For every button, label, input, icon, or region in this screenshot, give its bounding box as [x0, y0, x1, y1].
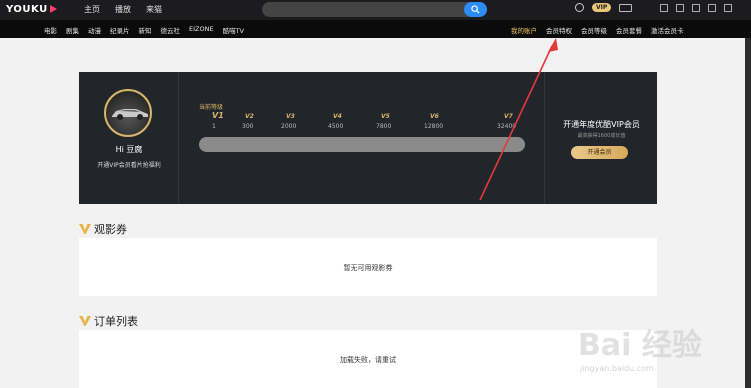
skin-icon[interactable] [660, 4, 668, 12]
account-nav: 我的账户 会员特权 会员等级 会员套餐 激活会员卡 [511, 25, 684, 35]
level-name: V5 [381, 113, 390, 120]
category-movie[interactable]: 电影 [44, 25, 57, 35]
watermark-logo: Bai 经验 [578, 328, 702, 363]
youku-logo[interactable]: YOUKU [6, 4, 57, 15]
search-input[interactable] [262, 2, 487, 17]
search-button[interactable] [464, 2, 487, 17]
profile-name: Hi 豆腐 [115, 145, 143, 154]
annual-vip-promo: 开通年度优酷VIP会员 最高获得1600成长值 开通会员 [544, 72, 657, 204]
top-nav: 主页 播放 来猫 [84, 4, 162, 15]
orders-section-title: 订单列表 [79, 313, 138, 329]
level-values: 1 300 2000 4500 7800 12800 32400 [179, 123, 544, 133]
shirt-icon[interactable] [676, 4, 684, 12]
coupons-title: 观影券 [94, 223, 127, 236]
car-image [112, 109, 148, 120]
menu-icon[interactable] [692, 4, 700, 12]
vip-panel: Hi 豆腐 开通VIP会员看片抢福利 当前等级 V1 V2 V3 V4 V5 V… [79, 72, 657, 204]
level-names: V1 V2 V3 V4 V5 V6 V7 [179, 111, 544, 123]
level-value: 7800 [376, 123, 392, 130]
level-progress: 当前等级 V1 V2 V3 V4 V5 V6 V7 1 300 2000 450… [179, 72, 544, 204]
open-vip-button[interactable]: 开通会员 [571, 146, 628, 159]
category-deyunshe[interactable]: 德云社 [161, 25, 181, 35]
maximize-icon[interactable] [724, 4, 732, 12]
level-name: V4 [333, 113, 342, 120]
top-bar: YOUKU 主页 播放 来猫 VIP [0, 0, 751, 20]
nav-home[interactable]: 主页 [84, 4, 100, 15]
nav-member-privileges[interactable]: 会员特权 [546, 25, 572, 35]
level-value: 1 [212, 123, 216, 130]
category-nav: 电影 剧集 动漫 纪录片 新知 德云社 EIZONE 酷喵TV [44, 25, 244, 35]
level-name: V1 [212, 111, 224, 120]
category-anime[interactable]: 动漫 [88, 25, 101, 35]
nav-my-account[interactable]: 我的账户 [511, 25, 537, 35]
logo-text: YOUKU [6, 4, 48, 15]
nav-laimao[interactable]: 来猫 [146, 4, 162, 15]
watermark: Bai 经验 jingyan.baidu.com [578, 320, 702, 373]
search-icon [471, 5, 480, 14]
level-name: V6 [430, 113, 439, 120]
nav-play[interactable]: 播放 [115, 4, 131, 15]
current-level-label: 当前等级 [199, 104, 224, 111]
coupons-card: 暂无可用观影券 [79, 238, 657, 296]
growth-progress-bar [199, 137, 525, 152]
category-kumiao-tv[interactable]: 酷喵TV [223, 25, 244, 35]
category-documentary[interactable]: 纪录片 [110, 25, 130, 35]
profile-promo[interactable]: 开通VIP会员看片抢福利 [79, 160, 179, 169]
orders-error-text[interactable]: 加载失败，请重试 [79, 355, 657, 365]
scrollbar[interactable] [745, 38, 751, 388]
coupons-section-title: 观影券 [79, 221, 127, 237]
nav-member-level[interactable]: 会员等级 [581, 25, 607, 35]
category-eizone[interactable]: EIZONE [189, 25, 214, 35]
vip-v-icon [79, 316, 91, 326]
ticket-icon[interactable] [619, 3, 633, 12]
minimize-icon[interactable] [708, 4, 716, 12]
window-controls [660, 4, 732, 12]
category-bar: 电影 剧集 动漫 纪录片 新知 德云社 EIZONE 酷喵TV 我的账户 会员特… [0, 20, 751, 38]
top-right-tools: VIP [575, 3, 633, 12]
category-drama[interactable]: 剧集 [66, 25, 79, 35]
profile-block: Hi 豆腐 开通VIP会员看片抢福利 [79, 72, 179, 204]
level-name: V7 [504, 113, 513, 120]
orders-card: 加载失败，请重试 [79, 330, 657, 388]
logo-play-icon [49, 5, 57, 13]
annual-vip-subtitle: 最高获得1600成长值 [577, 133, 626, 139]
avatar[interactable] [104, 89, 152, 137]
watermark-url: jingyan.baidu.com [580, 364, 654, 373]
level-value: 32400 [497, 123, 517, 130]
level-value: 2000 [281, 123, 297, 130]
category-knowledge[interactable]: 新知 [139, 25, 152, 35]
level-name: V2 [245, 113, 254, 120]
orders-title: 订单列表 [94, 315, 138, 328]
annual-vip-title: 开通年度优酷VIP会员 [563, 120, 640, 129]
nav-member-packages[interactable]: 会员套餐 [616, 25, 642, 35]
level-name: V3 [286, 113, 295, 120]
coupons-empty-text: 暂无可用观影券 [343, 264, 393, 272]
level-value: 300 [242, 123, 254, 130]
history-icon[interactable] [575, 3, 584, 12]
level-value: 4500 [328, 123, 344, 130]
level-value: 12800 [424, 123, 444, 130]
vip-v-icon [79, 224, 91, 234]
nav-activate-card[interactable]: 激活会员卡 [651, 25, 684, 35]
vip-badge[interactable]: VIP [592, 3, 612, 12]
